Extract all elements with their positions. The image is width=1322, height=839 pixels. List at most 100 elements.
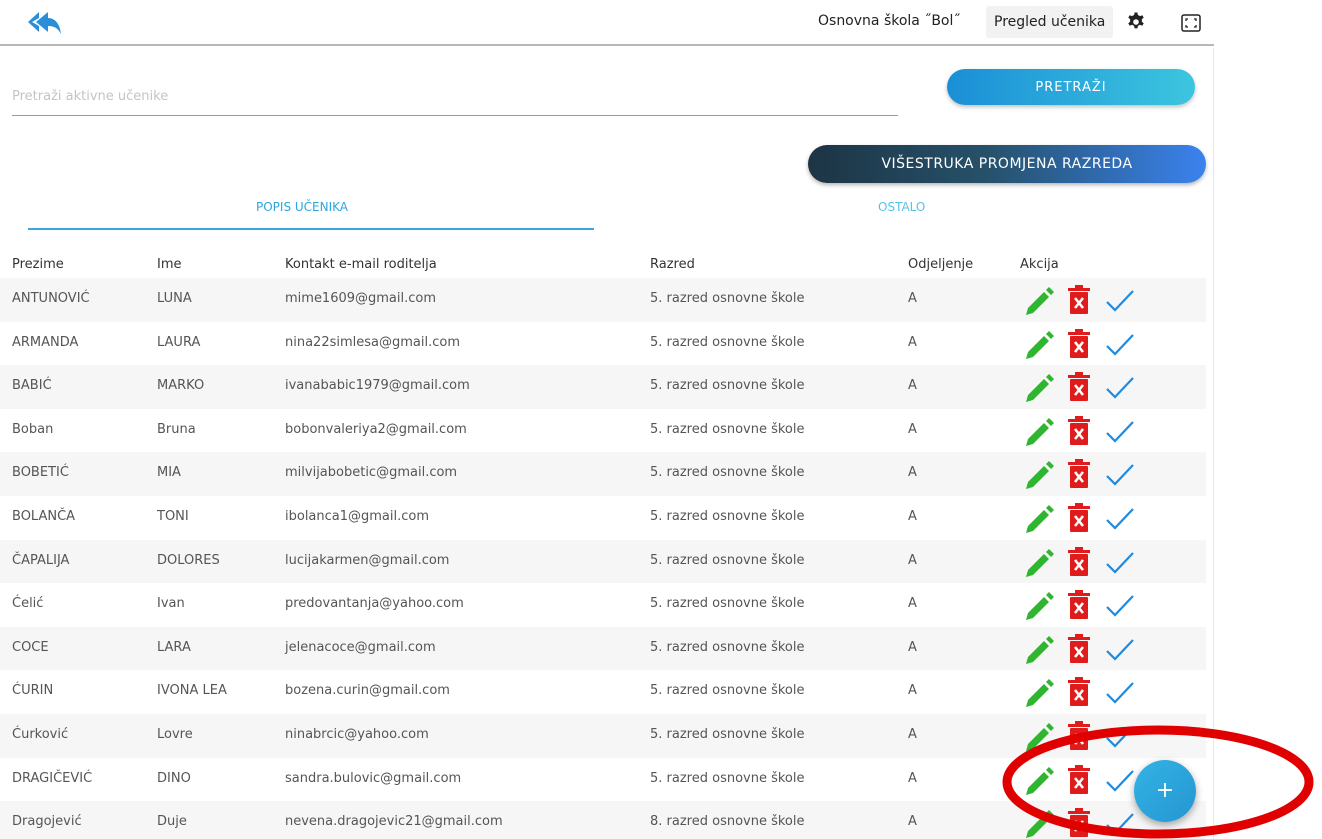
pencil-icon[interactable] — [1023, 589, 1055, 621]
tab-student-list[interactable]: POPIS UČENIKA — [256, 200, 348, 214]
expand-icon[interactable] — [1181, 14, 1201, 32]
cell-grade: 8. razred osnovne škole — [650, 814, 805, 830]
trash-icon[interactable] — [1067, 285, 1091, 315]
column-header-surname[interactable]: Prezime — [12, 257, 64, 272]
column-header-section[interactable]: Odjeljenje — [908, 257, 973, 272]
gear-icon[interactable] — [1126, 12, 1146, 32]
add-student-button[interactable]: + — [1134, 760, 1196, 822]
table-row[interactable]: ĆURIN IVONA LEA bozena.curin@gmail.com 5. r… — [0, 670, 1206, 714]
multi-class-change-button[interactable]: VIŠESTRUKA PROMJENA RAZREDA — [808, 145, 1206, 183]
cell-surname: ĆURIN — [12, 683, 54, 699]
column-header-parent-email[interactable]: Kontakt e-mail roditelja — [285, 257, 437, 272]
table-row[interactable]: ARMANDA LAURA nina22simlesa@gmail.com 5. ra… — [0, 322, 1206, 366]
trash-icon[interactable] — [1067, 590, 1091, 620]
trash-icon[interactable] — [1067, 328, 1091, 359]
table-header: Prezime Ime Kontakt e-mail roditelja Raz… — [0, 250, 1206, 278]
trash-icon[interactable] — [1067, 808, 1091, 838]
check-icon[interactable] — [1104, 811, 1136, 837]
table-row[interactable]: BABIĆ MARKO ivanababic1979@gmail.com 5. raz… — [0, 365, 1206, 409]
trash-icon[interactable] — [1067, 415, 1091, 446]
cell-section: A — [908, 552, 917, 568]
cell-parent-email: ivanababic1979@gmail.com — [285, 378, 470, 394]
cell-section: A — [908, 726, 917, 742]
table-row[interactable]: BOLANČA TONI ibolanca1@gmail.com 5. razred … — [0, 496, 1206, 540]
pencil-icon[interactable] — [1023, 546, 1055, 578]
pencil-icon[interactable] — [1023, 415, 1055, 447]
cell-section: A — [908, 508, 917, 524]
table-row[interactable]: Ćelić Ivan predovantanja@yahoo.com 5. razre… — [0, 583, 1206, 627]
cell-section: A — [908, 378, 917, 394]
cell-grade: 5. razred osnovne škole — [650, 639, 805, 655]
trash-icon[interactable] — [1067, 459, 1091, 489]
search-input[interactable] — [12, 78, 898, 116]
cell-section: A — [908, 814, 917, 830]
table-row[interactable]: Dragojević Duje nevena.dragojevic21@gmail.… — [0, 801, 1206, 839]
pencil-icon[interactable] — [1023, 633, 1055, 665]
check-icon[interactable] — [1104, 724, 1136, 750]
cell-first-name: Bruna — [157, 421, 196, 437]
pencil-icon[interactable] — [1023, 328, 1055, 360]
pencil-icon[interactable] — [1023, 502, 1055, 534]
check-icon[interactable] — [1104, 419, 1136, 445]
check-icon[interactable] — [1104, 288, 1136, 314]
cell-parent-email: bozena.curin@gmail.com — [285, 683, 450, 699]
pencil-icon[interactable] — [1023, 371, 1055, 403]
table-row[interactable]: Ćurković Lovre ninabrcic@yahoo.com 5. razre… — [0, 713, 1206, 758]
cell-parent-email: bobonvaleriya2@gmail.com — [285, 421, 467, 437]
trash-icon[interactable] — [1067, 720, 1091, 751]
back-icon[interactable] — [26, 10, 62, 36]
check-icon[interactable] — [1104, 680, 1136, 706]
cell-section: A — [908, 465, 917, 481]
check-icon[interactable] — [1104, 550, 1136, 576]
pencil-icon[interactable] — [1023, 807, 1055, 839]
column-header-grade[interactable]: Razred — [650, 257, 695, 272]
trash-icon[interactable] — [1067, 677, 1091, 707]
check-icon[interactable] — [1104, 593, 1136, 619]
trash-icon[interactable] — [1067, 546, 1091, 577]
search-button[interactable]: PRETRAŽI — [947, 69, 1195, 105]
cell-surname: BABIĆ — [12, 378, 52, 394]
table-row[interactable]: DRAGIČEVIĆ DINO sandra.bulovic@gmail.com 5.… — [0, 758, 1206, 802]
students-table: Prezime Ime Kontakt e-mail roditelja Raz… — [0, 250, 1206, 839]
cell-first-name: LAURA — [157, 334, 201, 350]
column-header-name[interactable]: Ime — [157, 257, 182, 272]
table-row[interactable]: ČAPALIJA DOLORES lucijakarmen@gmail.com 5. … — [0, 539, 1206, 584]
top-bar: Osnovna škola ˝Bol˝ Pregled učenika — [0, 0, 1214, 46]
cell-section: A — [908, 334, 917, 350]
table-row[interactable]: ANTUNOVIĆ LUNA mime1609@gmail.com 5. razred… — [0, 278, 1206, 322]
pencil-icon[interactable] — [1023, 458, 1055, 490]
cell-section: A — [908, 639, 917, 655]
check-icon[interactable] — [1104, 506, 1136, 532]
cell-section: A — [908, 596, 917, 612]
cell-surname: BOBETIĆ — [12, 465, 69, 481]
table-row[interactable]: Boban Bruna bobonvaleriya2@gmail.com 5. raz… — [0, 409, 1206, 453]
table-row[interactable]: COCE LARA jelenacoce@gmail.com 5. razred os… — [0, 626, 1206, 671]
check-icon[interactable] — [1104, 768, 1136, 794]
trash-icon[interactable] — [1067, 764, 1091, 795]
check-icon[interactable] — [1104, 332, 1136, 358]
table-row[interactable]: BOBETIĆ MIA milvijabobetic@gmail.com 5. raz… — [0, 452, 1206, 496]
trash-icon[interactable] — [1067, 633, 1091, 664]
cell-first-name: LARA — [157, 639, 191, 655]
pencil-icon[interactable] — [1023, 284, 1055, 316]
cell-section: A — [908, 770, 917, 786]
cell-surname: Ćurković — [12, 726, 69, 742]
cell-grade: 5. razred osnovne škole — [650, 596, 805, 612]
cell-surname: ANTUNOVIĆ — [12, 291, 90, 306]
pencil-icon[interactable] — [1023, 720, 1055, 752]
cell-parent-email: predovantanja@yahoo.com — [285, 596, 464, 612]
cell-parent-email: nevena.dragojevic21@gmail.com — [285, 814, 503, 830]
pencil-icon[interactable] — [1023, 764, 1055, 796]
check-icon[interactable] — [1104, 375, 1136, 401]
cell-parent-email: ibolanca1@gmail.com — [285, 508, 430, 524]
view-title[interactable]: Pregled učenika — [986, 6, 1114, 38]
tab-other[interactable]: OSTALO — [878, 200, 925, 214]
pencil-icon[interactable] — [1023, 676, 1055, 708]
trash-icon[interactable] — [1067, 502, 1091, 533]
check-icon[interactable] — [1104, 637, 1136, 663]
cell-parent-email: lucijakarmen@gmail.com — [285, 552, 450, 568]
check-icon[interactable] — [1104, 462, 1136, 488]
cell-parent-email: jelenacoce@gmail.com — [285, 639, 436, 655]
trash-icon[interactable] — [1067, 372, 1091, 402]
cell-surname: COCE — [12, 639, 49, 655]
